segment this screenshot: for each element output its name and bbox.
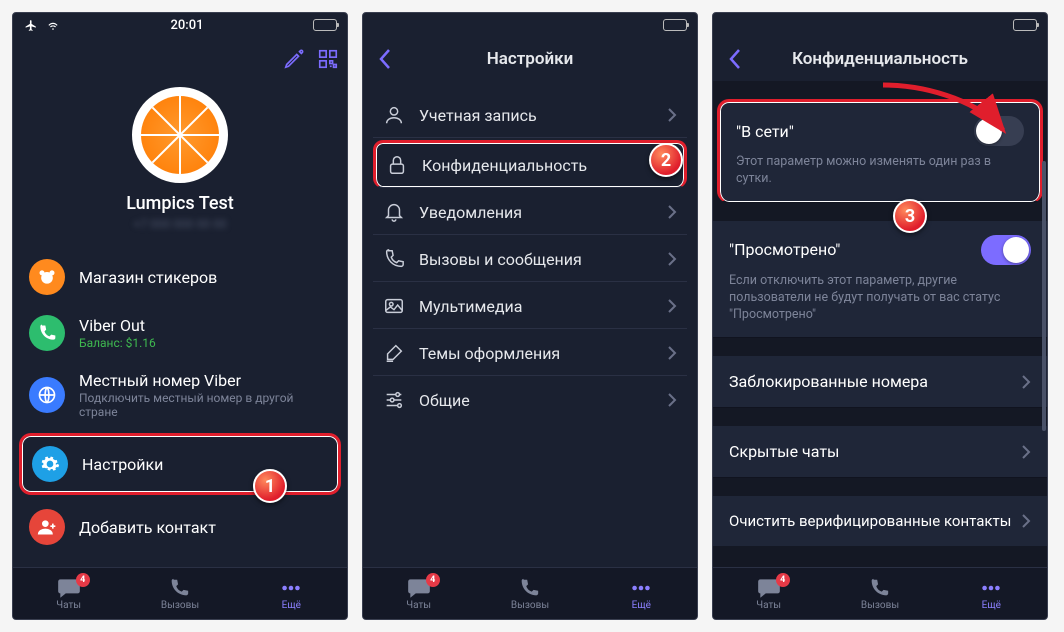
lock-icon xyxy=(386,154,408,176)
phone-screen-privacy: Конфиденциальность "В сети" Этот парамет… xyxy=(712,12,1048,620)
step-badge-3: 3 xyxy=(893,199,927,233)
phone-icon xyxy=(517,577,541,599)
globe-icon xyxy=(37,385,57,405)
phone-out-icon xyxy=(37,323,57,343)
back-button[interactable] xyxy=(369,43,401,75)
media-icon xyxy=(383,295,405,317)
settings-account[interactable]: Учетная запись xyxy=(373,93,687,138)
header: Настройки xyxy=(363,37,697,81)
account-icon xyxy=(383,104,405,126)
chevron-right-icon xyxy=(1021,444,1031,460)
more-icon xyxy=(628,577,654,599)
settings-themes[interactable]: Темы оформления xyxy=(373,331,687,376)
status-bar xyxy=(713,13,1047,37)
nav-calls[interactable]: Вызовы xyxy=(824,568,935,619)
online-desc: Этот параметр можно изменять один раз в … xyxy=(736,154,1024,188)
settings-general[interactable]: Общие xyxy=(373,378,687,422)
seen-title: "Просмотрено" xyxy=(729,240,840,259)
bottom-nav: 4 Чаты Вызовы Ещё xyxy=(713,567,1047,619)
chevron-right-icon xyxy=(667,298,677,314)
avatar[interactable] xyxy=(132,87,228,183)
bell-icon xyxy=(383,201,405,223)
step-badge-2: 2 xyxy=(649,143,683,177)
nav-calls[interactable]: Вызовы xyxy=(474,568,585,619)
page-title: Настройки xyxy=(487,49,574,69)
nav-chats[interactable]: 4 Чаты xyxy=(363,568,474,619)
phone-screen-more: 20:01 Lumpics Te xyxy=(12,12,348,620)
nav-chats[interactable]: 4 Чаты xyxy=(713,568,824,619)
brush-icon xyxy=(383,342,405,364)
scroll-indicator xyxy=(1042,161,1046,431)
nav-more[interactable]: Ещё xyxy=(586,568,697,619)
status-time: 20:01 xyxy=(171,18,204,33)
privacy-online-section: "В сети" Этот параметр можно изменять од… xyxy=(717,99,1043,203)
step-badge-1: 1 xyxy=(253,469,287,503)
phone-icon xyxy=(167,577,191,599)
chats-badge: 4 xyxy=(76,573,90,587)
back-icon xyxy=(728,48,742,70)
settings-privacy[interactable]: Конфиденциальность xyxy=(373,140,687,188)
back-button[interactable] xyxy=(719,43,751,75)
menu-settings[interactable]: Настройки xyxy=(19,433,341,495)
more-icon xyxy=(278,577,304,599)
online-title: "В сети" xyxy=(736,122,794,141)
chevron-right-icon xyxy=(667,204,677,220)
phone-screen-settings: Настройки Учетная запись Конфиденциально… xyxy=(362,12,698,620)
header xyxy=(13,37,347,81)
chevron-right-icon xyxy=(1021,513,1031,529)
profile-phone-blurred: +7 000 000 00 00 xyxy=(134,217,227,231)
nav-more[interactable]: Ещё xyxy=(936,568,1047,619)
menu-add-contact[interactable]: Добавить контакт xyxy=(13,499,347,545)
nav-calls[interactable]: Вызовы xyxy=(124,568,235,619)
profile-section: Lumpics Test +7 000 000 00 00 xyxy=(13,81,347,241)
settings-notifications[interactable]: Уведомления xyxy=(373,190,687,235)
gear-icon xyxy=(40,454,60,474)
add-contact-icon xyxy=(37,517,57,537)
wifi-icon xyxy=(45,19,61,32)
calls-icon xyxy=(383,248,405,270)
privacy-clear-verified[interactable]: Очистить верифицированные контакты xyxy=(713,496,1047,546)
privacy-hidden[interactable]: Скрытые чаты xyxy=(713,426,1047,478)
back-icon xyxy=(378,48,392,70)
chevron-right-icon xyxy=(667,345,677,361)
nav-chats[interactable]: 4 Чаты xyxy=(13,568,124,619)
menu-local-number[interactable]: Местный номер Viber Подключить местный н… xyxy=(13,361,347,429)
header: Конфиденциальность xyxy=(713,37,1047,81)
profile-name: Lumpics Test xyxy=(126,193,234,214)
airplane-icon xyxy=(23,19,39,32)
nav-more[interactable]: Ещё xyxy=(236,568,347,619)
chevron-right-icon xyxy=(667,251,677,267)
bottom-nav: 4 Чаты Вызовы Ещё xyxy=(13,567,347,619)
bear-icon xyxy=(37,267,57,287)
page-title: Конфиденциальность xyxy=(792,49,968,69)
status-bar: 20:01 xyxy=(13,13,347,37)
settings-media[interactable]: Мультимедиа xyxy=(373,284,687,329)
menu-sticker-store[interactable]: Магазин стикеров xyxy=(13,249,347,305)
settings-calls[interactable]: Вызовы и сообщения xyxy=(373,237,687,282)
seen-toggle[interactable] xyxy=(981,235,1031,265)
privacy-blocked[interactable]: Заблокированные номера xyxy=(713,356,1047,408)
phone-icon xyxy=(867,577,891,599)
chevron-right-icon xyxy=(1021,374,1031,390)
privacy-seen-section: "Просмотрено" Если отключить этот параме… xyxy=(713,221,1047,339)
battery-icon xyxy=(1013,19,1037,31)
qr-icon[interactable] xyxy=(317,48,339,70)
bottom-nav: 4 Чаты Вызовы Ещё xyxy=(363,567,697,619)
battery-icon xyxy=(313,19,337,31)
battery-icon xyxy=(663,19,687,31)
sliders-icon xyxy=(383,389,405,411)
online-toggle[interactable] xyxy=(974,116,1024,146)
status-bar xyxy=(363,13,697,37)
more-icon xyxy=(978,577,1004,599)
chevron-right-icon xyxy=(667,107,677,123)
menu-viber-out[interactable]: Viber Out Баланс: $1.16 xyxy=(13,305,347,361)
edit-icon[interactable] xyxy=(283,48,305,70)
chevron-right-icon xyxy=(667,392,677,408)
seen-desc: Если отключить этот параметр, другие пол… xyxy=(729,273,1031,324)
